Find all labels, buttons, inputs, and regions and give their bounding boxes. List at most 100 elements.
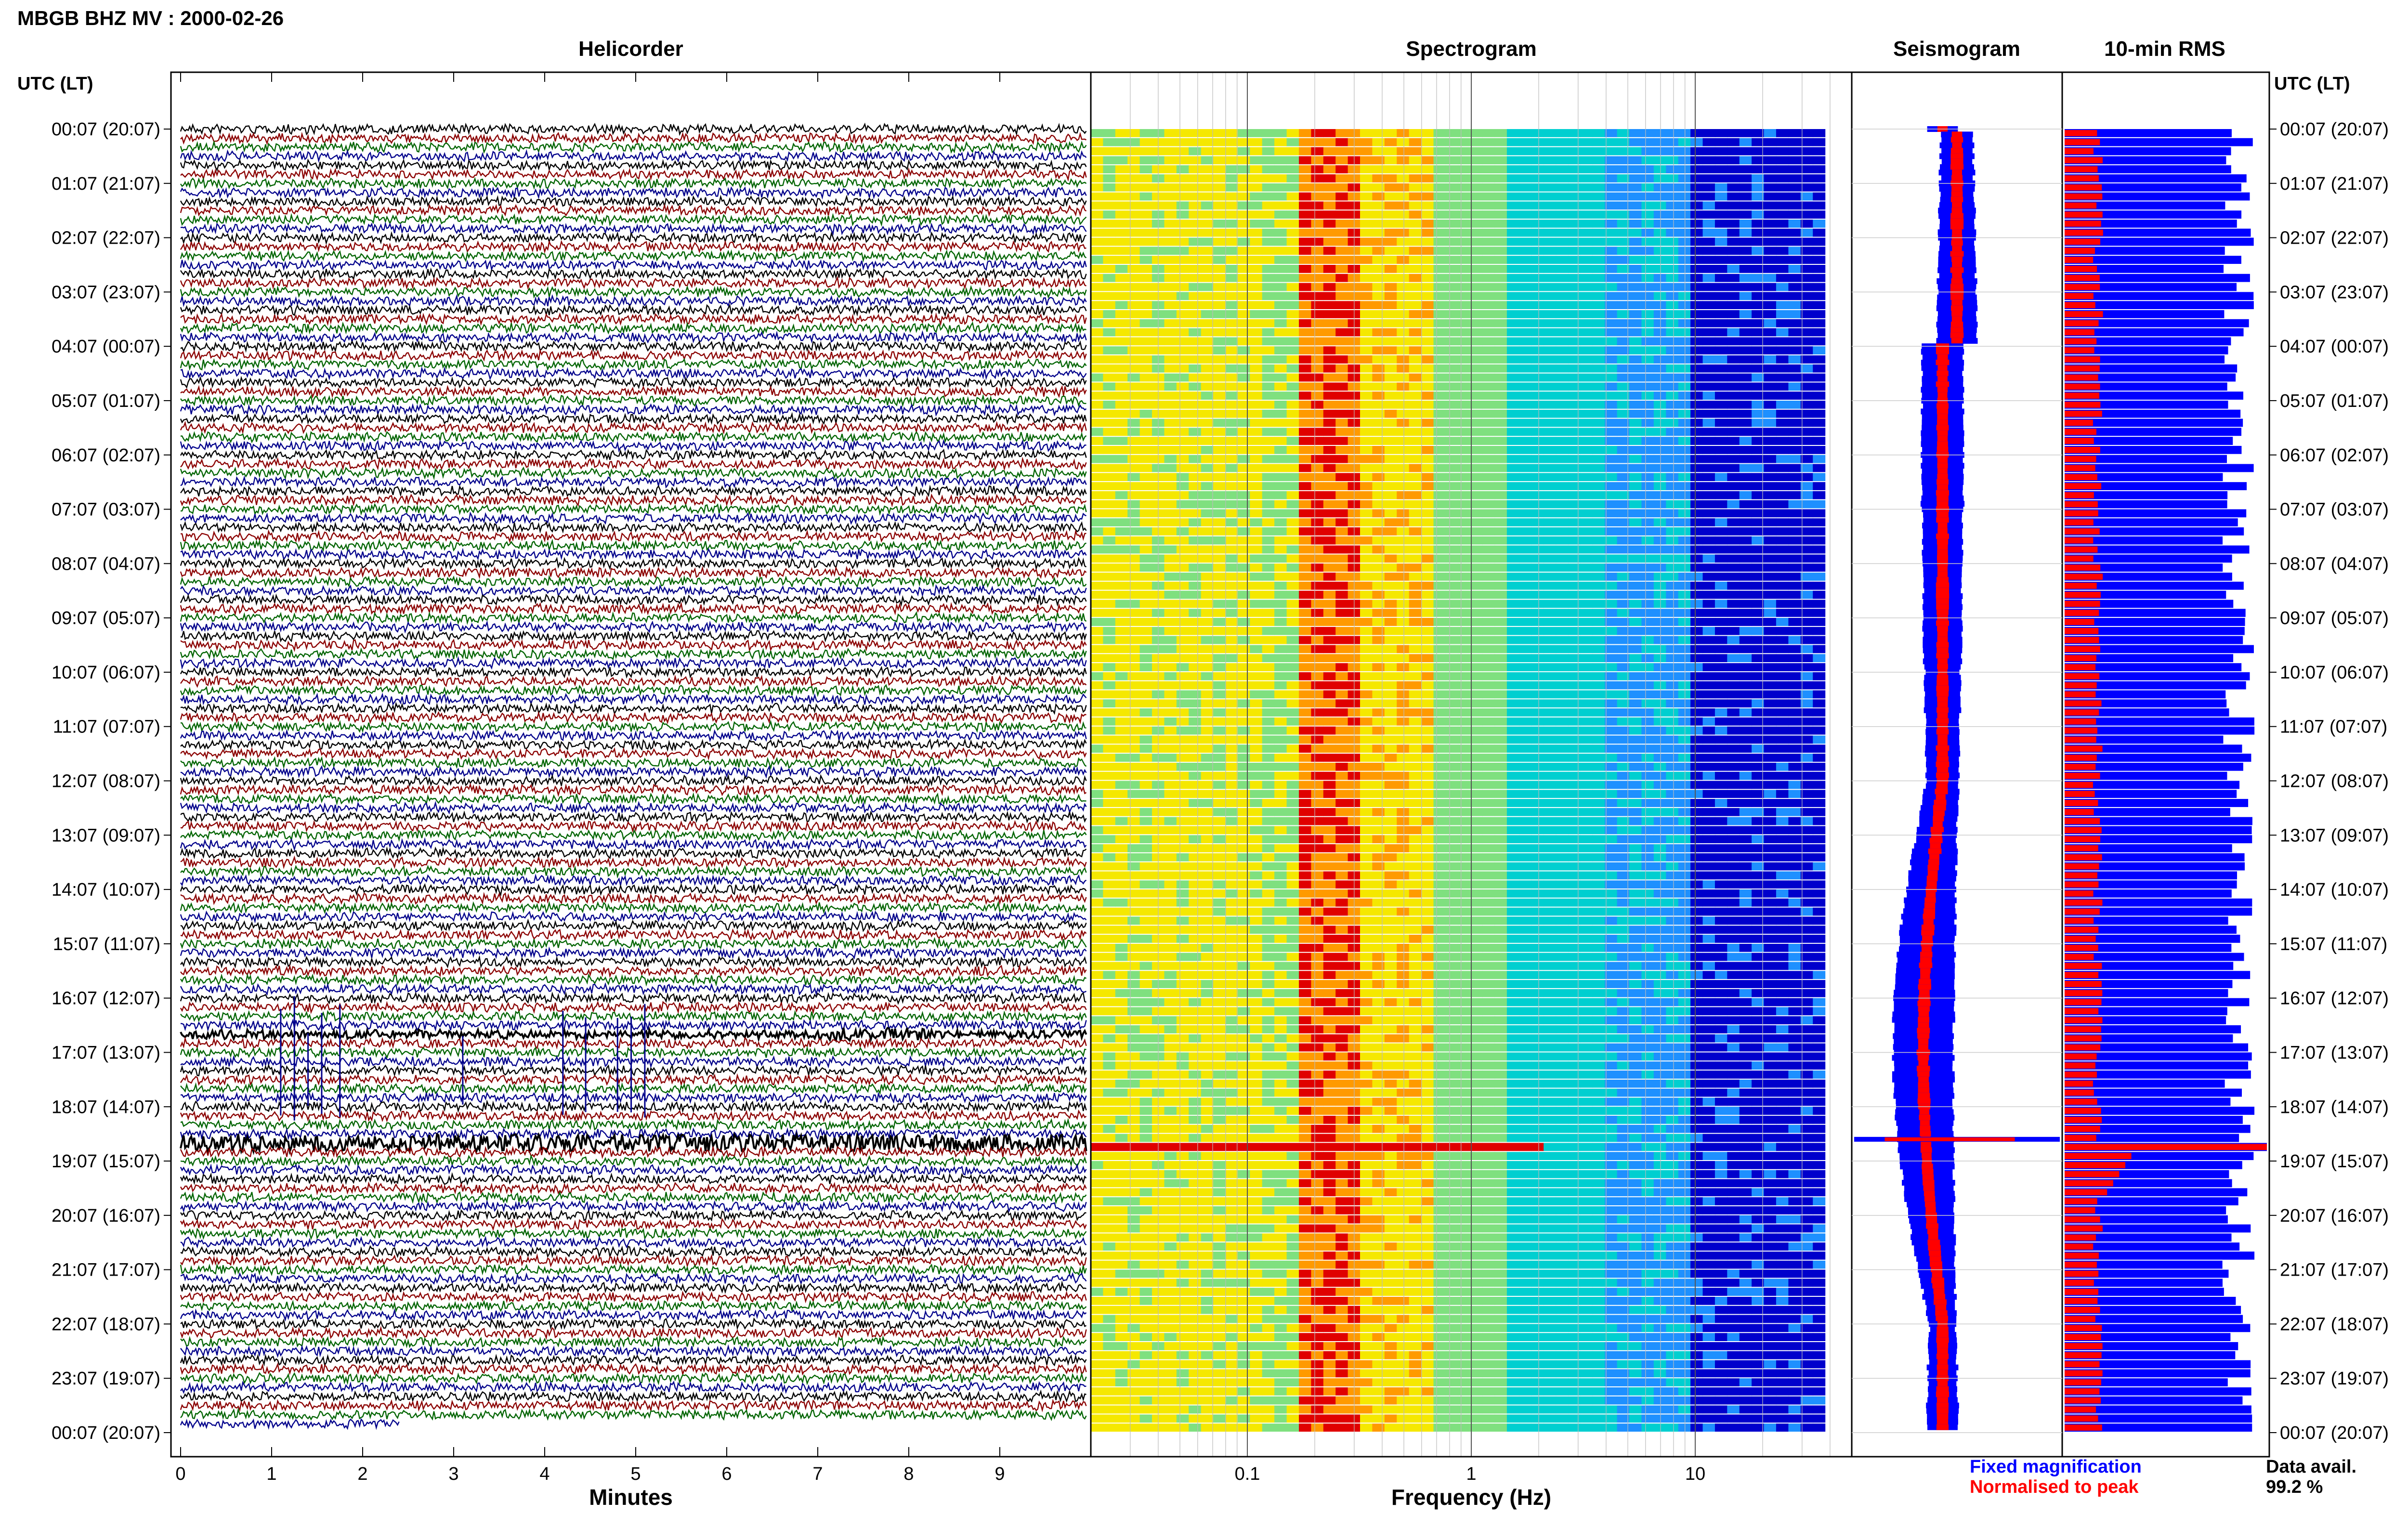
spectrogram-cell: [1495, 428, 1507, 436]
spectrogram-cell: [1250, 319, 1262, 327]
spectrogram-cell: [1752, 247, 1764, 255]
spectrogram-cell: [1434, 292, 1446, 300]
spectrogram-cell: [1605, 210, 1617, 219]
spectrogram-cell: [1764, 681, 1777, 690]
spectrogram-cell: [1311, 555, 1323, 563]
spectrogram-cell: [1605, 536, 1617, 545]
spectrogram-cell: [1556, 473, 1569, 481]
spectrogram-cell: [1201, 636, 1214, 644]
spectrogram-cell: [1788, 401, 1801, 409]
spectrogram-cell: [1274, 165, 1287, 173]
spectrogram-cell: [1238, 292, 1250, 300]
spectrogram-cell: [1752, 292, 1764, 300]
spectrogram-cell: [1654, 193, 1666, 201]
spectrogram-cell: [1507, 799, 1519, 807]
spectrogram-cell: [1531, 618, 1544, 626]
spectrogram-cell: [1311, 527, 1323, 535]
spectrogram-cell: [1470, 654, 1483, 662]
spectrogram-cell: [1690, 826, 1703, 835]
spectrogram-cell: [1703, 183, 1715, 192]
spectrogram-cell: [1397, 817, 1409, 825]
spectrogram-cell: [1397, 428, 1409, 436]
spectrogram-cell: [1556, 401, 1569, 409]
spectrogram-cell: [1544, 826, 1556, 835]
spectrogram-cell: [1226, 183, 1238, 192]
spectrogram-cell: [1201, 310, 1214, 318]
spectrogram-cell: [1740, 772, 1752, 780]
spectrogram-cell: [1495, 392, 1507, 400]
spectrogram-cell: [1189, 699, 1201, 707]
spectrogram-cell: [1507, 392, 1519, 400]
spectrogram-cell: [1544, 736, 1556, 744]
spectrogram-cell: [1727, 138, 1740, 146]
spectrogram-cell: [1238, 672, 1250, 680]
spectrogram-cell: [1727, 301, 1740, 309]
spectrogram-cell: [1091, 365, 1103, 373]
spectrogram-cell: [1654, 546, 1666, 554]
spectrogram-cell: [1226, 844, 1238, 852]
spectrogram-cell: [1140, 210, 1152, 219]
spectrogram-cell: [1788, 546, 1801, 554]
spectrogram-cell: [1666, 618, 1678, 626]
spectrogram-cell: [1629, 210, 1642, 219]
spectrogram-cell: [1335, 772, 1348, 780]
spectrogram-cell: [1568, 392, 1581, 400]
spectrogram-cell: [1605, 699, 1617, 707]
spectrogram-cell: [1470, 799, 1483, 807]
spectrogram-cell: [1801, 718, 1813, 726]
spectrogram-cell: [1690, 238, 1703, 246]
spectrogram-cell: [1091, 672, 1103, 680]
spectrogram-cell: [1519, 156, 1531, 164]
spectrogram-cell: [1580, 772, 1593, 780]
spectrogram-cell: [1140, 256, 1152, 264]
spectrogram-cell: [1544, 256, 1556, 264]
spectrogram-cell: [1115, 826, 1128, 835]
spectrogram-cell: [1678, 835, 1691, 843]
spectrogram-cell: [1764, 744, 1777, 753]
spectrogram-cell: [1189, 799, 1201, 807]
spectrogram-cell: [1556, 691, 1569, 699]
spectrogram-cell: [1507, 672, 1519, 680]
spectrogram-cell: [1238, 727, 1250, 735]
spectrogram-cell: [1226, 193, 1238, 201]
spectrogram-cell: [1593, 627, 1605, 635]
spectrogram-cell: [1115, 736, 1128, 744]
spectrogram-cell: [1103, 156, 1115, 164]
spectrogram-cell: [1165, 826, 1177, 835]
spectrogram-cell: [1531, 555, 1544, 563]
spectrogram-cell: [1323, 699, 1336, 707]
spectrogram-cell: [1764, 727, 1777, 735]
spectrogram-cell: [1788, 274, 1801, 282]
spectrogram-cell: [1629, 238, 1642, 246]
spectrogram-cell: [1189, 374, 1201, 382]
spectrogram-cell: [1287, 536, 1299, 545]
spectrogram-cell: [1482, 165, 1495, 173]
spectrogram-cell: [1519, 301, 1531, 309]
spectrogram-cell: [1274, 437, 1287, 445]
spectrogram-cell: [1813, 555, 1825, 563]
spectrogram-cell: [1801, 555, 1813, 563]
spectrogram-cell: [1385, 546, 1397, 554]
spectrogram-cell: [1507, 256, 1519, 264]
right-axis-label: UTC (LT): [2274, 74, 2350, 94]
spectrogram-cell: [1715, 274, 1727, 282]
spectrogram-cell: [1360, 546, 1373, 554]
spectrogram-cell: [1250, 609, 1262, 617]
spectrogram-cell: [1421, 337, 1434, 345]
spectrogram-cell: [1776, 500, 1789, 509]
spectrogram-cell: [1091, 708, 1103, 717]
spectrogram-cell: [1776, 437, 1789, 445]
spectrogram-cell: [1091, 238, 1103, 246]
spectrogram-cell: [1201, 817, 1214, 825]
spectrogram-cell: [1238, 518, 1250, 526]
spectrogram-cell: [1654, 247, 1666, 255]
spectrogram-cell: [1776, 536, 1789, 545]
spectrogram-cell: [1262, 563, 1275, 572]
spectrogram-cell: [1177, 536, 1189, 545]
spectrogram-cell: [1776, 419, 1789, 427]
spectrogram-cell: [1678, 428, 1691, 436]
spectrogram-cell: [1372, 238, 1385, 246]
spectrogram-cell: [1715, 718, 1727, 726]
spectrogram-cell: [1519, 165, 1531, 173]
spectrogram-cell: [1323, 691, 1336, 699]
